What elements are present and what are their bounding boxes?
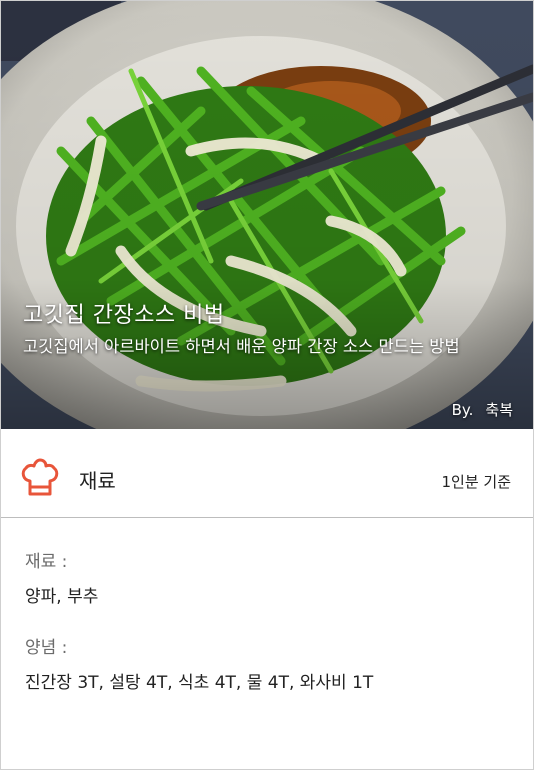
recipe-card: 고깃집 간장소스 비법 고깃집에서 아르바이트 하면서 배운 양파 간장 소스 … — [0, 0, 534, 770]
section-label: 재료 : — [25, 552, 68, 572]
recipe-title: 고깃집 간장소스 비법 — [23, 303, 225, 328]
section-value: 진간장 3T, 설탕 4T, 식초 4T, 물 4T, 와사비 1T — [25, 673, 374, 693]
author-line[interactable]: By. 축복 — [452, 399, 513, 420]
ingredients-header: 재료 1인분 기준 — [1, 429, 533, 518]
serving-size: 1인분 기준 — [441, 473, 511, 491]
author-prefix: By. — [451, 401, 474, 419]
section-value: 양파, 부추 — [25, 587, 99, 607]
ingredients-section-main: 재료 : 양파, 부추 — [25, 547, 515, 607]
ingredients-title: 재료 — [79, 469, 116, 493]
chef-hat-icon — [21, 458, 59, 496]
ingredients-list: 재료 : 양파, 부추 양념 : 진간장 3T, 설탕 4T, 식초 4T, 물… — [25, 547, 515, 719]
recipe-description: 고깃집에서 아르바이트 하면서 배운 양파 간장 소스 만드는 방법 — [23, 337, 460, 356]
food-photo — [1, 1, 533, 429]
section-label: 양념 : — [25, 638, 68, 658]
hero-image: 고깃집 간장소스 비법 고깃집에서 아르바이트 하면서 배운 양파 간장 소스 … — [1, 1, 533, 429]
author-name[interactable]: 축복 — [485, 401, 513, 419]
ingredients-section-seasoning: 양념 : 진간장 3T, 설탕 4T, 식초 4T, 물 4T, 와사비 1T — [25, 633, 515, 693]
